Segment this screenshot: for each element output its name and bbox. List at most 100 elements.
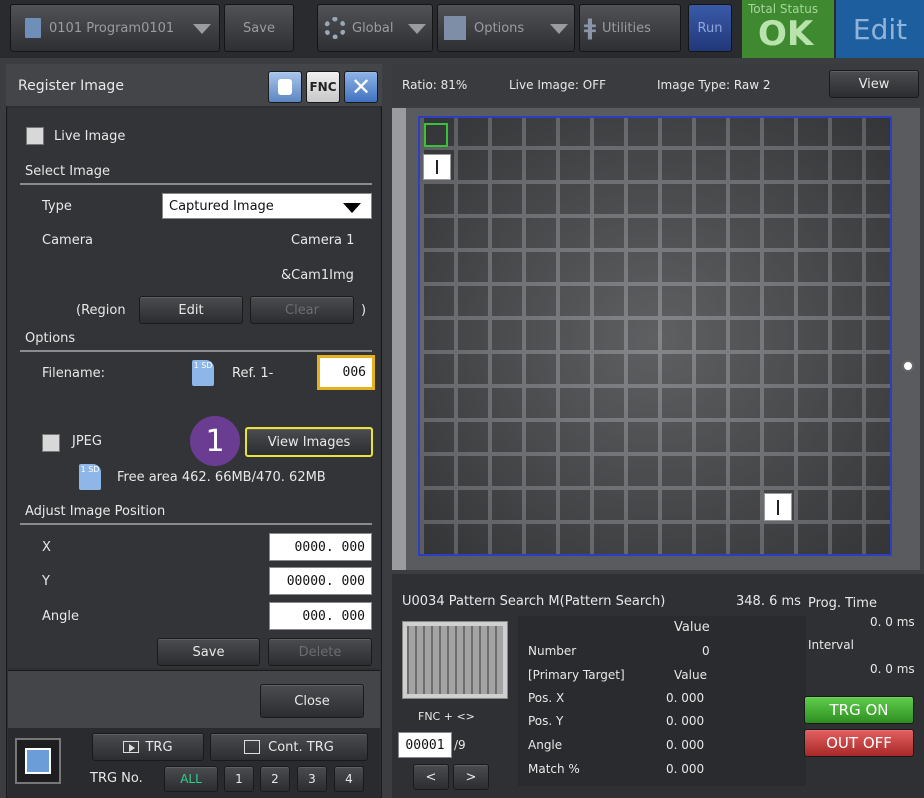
divider [20,350,372,352]
result-thumbnail[interactable] [402,621,508,699]
scroll-handle[interactable] [902,360,914,372]
type-value: Captured Image [169,199,274,214]
region-close-paren: ) [361,303,367,318]
trg-no-1[interactable]: 1 [224,766,254,792]
type-dropdown[interactable]: Captured Image [162,193,372,219]
type-label: Type [42,199,72,214]
region-open-paren: (Region [76,303,126,318]
ref-number-input[interactable]: 006 [317,355,375,390]
trg-no-all[interactable]: ALL [164,766,218,792]
save-button-label: Save [243,20,275,36]
trg-no-2[interactable]: 2 [260,766,290,792]
panel-title: Register Image [18,78,124,94]
row-pos-x-label: Pos. X [528,691,565,705]
save-button[interactable]: Save [224,4,294,52]
angle-label: Angle [42,609,79,624]
trg-label: TRG [145,739,173,755]
trg-no-3[interactable]: 3 [297,766,327,792]
program-selector[interactable]: 0101 Program0101 [10,4,220,52]
step-callout-number: 1 [205,423,225,459]
options-label: Options [474,20,525,36]
pattern-region-marker[interactable] [424,123,448,147]
save-position-button[interactable]: Save [157,638,260,666]
x-input[interactable]: 0000. 000 [269,533,372,561]
options-heading: Options [25,331,76,346]
gear-icon [324,17,346,39]
tools-icon: ǂ [584,15,596,41]
region-edit-button[interactable]: Edit [139,296,243,324]
view-menu-label: View [858,76,890,92]
chevron-down-icon [550,24,568,34]
jpeg-label: JPEG [72,434,102,449]
view-images-button[interactable]: View Images [245,427,373,457]
image-thumbnail-icon[interactable] [15,738,61,784]
scroll-rail[interactable] [392,108,406,570]
angle-input[interactable]: 000. 000 [269,602,372,630]
row-primary-label: [Primary Target] [528,668,625,682]
camera-label: Camera [42,233,94,248]
divider [20,523,372,525]
prog-time-value: 0. 0 ms [870,615,915,629]
global-label: Global [352,20,394,36]
chevron-down-icon [408,24,426,34]
region-edit-label: Edit [178,302,204,318]
hand-pointer-icon [278,79,292,95]
close-label: Close [294,693,330,709]
total-status: Total Status OK [742,0,834,58]
delete-button[interactable]: Delete [268,638,372,666]
ratio-readout: Ratio: 81% [402,78,468,92]
run-button[interactable]: Run [688,4,732,52]
chevron-down-icon [343,203,361,213]
close-icon[interactable]: ✕ [344,71,378,103]
out-off-button[interactable]: OUT OFF [804,729,914,757]
x-label: X [42,540,51,555]
options-icon [444,16,466,40]
value-column-header: Value [674,620,710,635]
row-angle-label: Angle [528,738,563,752]
view-menu-button[interactable]: View [829,70,919,98]
cont-trg-label: Cont. TRG [268,739,334,755]
camera-value: Camera 1 [291,233,355,248]
interval-label: Interval [808,638,854,652]
jpeg-checkbox[interactable] [42,434,60,452]
row-pos-y-value: 0. 000 [666,714,705,728]
trg-on-button[interactable]: TRG ON [804,696,914,724]
live-image-status: Live Image: OFF [509,78,607,92]
next-result-button[interactable]: > [453,764,489,790]
trg-button[interactable]: TRG [92,733,204,761]
live-image-checkbox[interactable] [26,127,44,145]
utilities-menu[interactable]: ǂ Utilities [579,4,681,52]
image-type-readout: Image Type: Raw 2 [657,78,771,92]
prog-time-label: Prog. Time [808,596,877,611]
prev-result-button[interactable]: < [413,764,449,790]
divider [20,183,372,185]
result-table: Value Number 0 [Primary Target] Value Po… [518,616,806,786]
sd-card-icon: 1 SD [79,464,101,490]
result-counter-input[interactable]: 00001 [398,732,452,758]
detected-result-marker[interactable] [764,493,792,521]
continuous-play-icon [244,740,261,754]
free-area-text: Free area 462. 66MB/470. 62MB [117,470,326,485]
fnc-button[interactable]: FNC [306,71,340,103]
region-clear-button[interactable]: Clear [250,296,354,324]
live-image-label: Live Image [54,129,126,144]
trg-no-label: TRG No. [90,771,143,786]
y-input[interactable]: 00000. 000 [269,567,372,595]
cont-trg-button[interactable]: Cont. TRG [210,733,368,761]
close-button[interactable]: Close [260,684,364,718]
image-canvas[interactable] [392,108,920,570]
trg-no-4[interactable]: 4 [334,766,364,792]
select-image-heading: Select Image [25,164,110,179]
touch-button[interactable] [268,71,302,103]
delete-label: Delete [298,644,342,660]
ref-label: Ref. 1- [232,366,274,381]
edit-mode-button[interactable]: Edit [836,0,924,58]
global-menu[interactable]: Global [317,4,433,52]
search-origin-marker[interactable] [423,154,451,180]
y-label: Y [42,574,50,589]
options-menu[interactable]: Options [437,4,575,52]
utilities-label: Utilities [601,20,651,36]
total-status-value: OK [758,14,814,54]
image-icon [25,748,51,774]
row-number-label: Number [528,644,577,658]
